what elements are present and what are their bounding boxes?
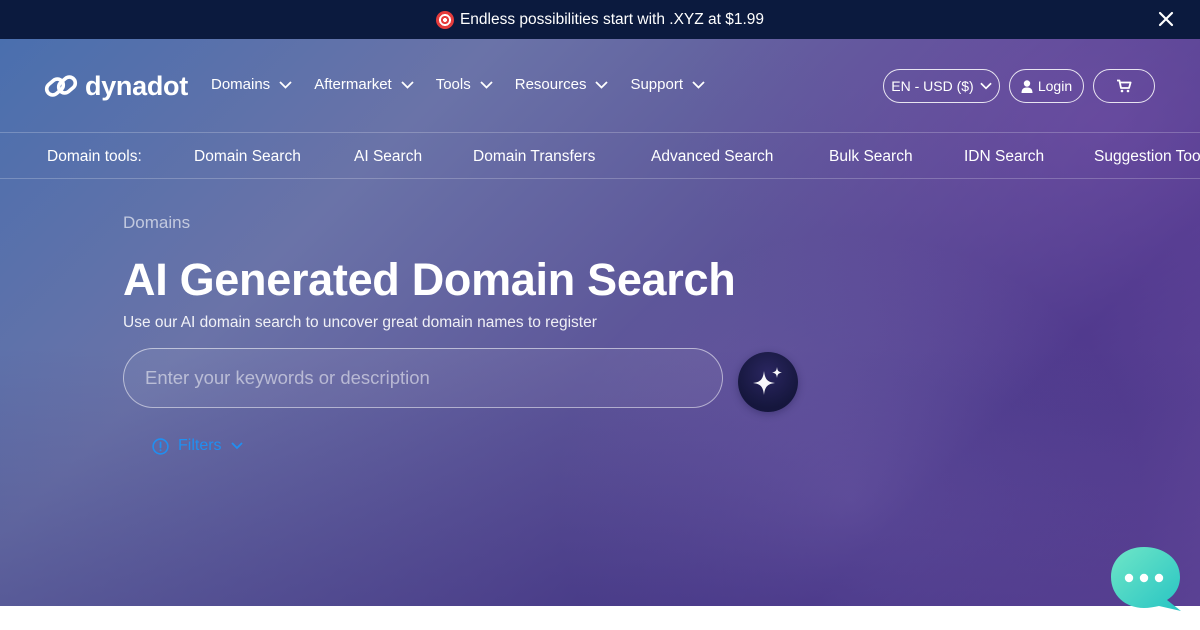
promo-bar: Endless possibilities start with .XYZ at… <box>0 0 1200 39</box>
nav-item-support[interactable]: Support <box>630 76 705 93</box>
nav-item-label: Aftermarket <box>314 76 392 93</box>
language-currency-button[interactable]: EN - USD ($) <box>883 69 1000 103</box>
target-icon <box>435 10 454 29</box>
domain-tools-bar: Domain tools: Domain Search AI Search Do… <box>0 134 1200 179</box>
chevron-down-icon <box>595 80 609 89</box>
nav-actions: EN - USD ($) Login <box>874 69 1155 103</box>
search-input[interactable] <box>123 348 723 408</box>
nav-item-label: Resources <box>514 76 587 93</box>
cart-icon <box>1117 79 1132 93</box>
ai-search-button[interactable] <box>738 352 798 412</box>
tool-domain-search[interactable]: Domain Search <box>194 148 301 166</box>
logo[interactable]: dynadot <box>44 69 188 103</box>
filters-label: Filters <box>178 437 222 454</box>
tool-domain-transfers[interactable]: Domain Transfers <box>473 148 595 166</box>
tool-idn-search[interactable]: IDN Search <box>964 148 1044 166</box>
nav-menu: Domains Aftermarket Tools Resources Supp… <box>211 76 727 93</box>
nav-item-label: Domains <box>211 76 271 93</box>
nav-item-domains[interactable]: Domains <box>211 76 292 93</box>
user-icon <box>1021 79 1033 93</box>
login-button[interactable]: Login <box>1009 69 1084 103</box>
chevron-down-icon <box>980 82 992 90</box>
chevron-down-icon <box>480 80 493 89</box>
hero-section: dynadot Domains Aftermarket Tools Resour… <box>0 39 1200 606</box>
page-title: AI Generated Domain Search <box>123 254 736 305</box>
info-icon <box>152 437 169 455</box>
chevron-down-icon <box>401 80 414 89</box>
tool-bulk-search[interactable]: Bulk Search <box>829 148 913 166</box>
filters-toggle[interactable]: Filters <box>152 437 243 455</box>
nav-item-label: Support <box>630 76 683 93</box>
nav-item-label: Tools <box>435 76 471 93</box>
sparkle-icon <box>753 367 782 395</box>
nav-item-aftermarket[interactable]: Aftermarket <box>314 76 414 93</box>
chat-icon[interactable] <box>1110 546 1182 612</box>
main-nav: dynadot Domains Aftermarket Tools Resour… <box>0 39 1200 133</box>
domain-tools-label: Domain tools: <box>47 148 142 165</box>
chevron-down-icon <box>692 80 705 89</box>
breadcrumb[interactable]: Domains <box>123 213 190 233</box>
tool-advanced-search[interactable]: Advanced Search <box>651 148 773 166</box>
logo-link-icon <box>44 75 78 97</box>
login-label: Login <box>1037 78 1073 94</box>
nav-item-resources[interactable]: Resources <box>515 76 609 93</box>
page-subtitle: Use our AI domain search to uncover grea… <box>123 314 597 331</box>
language-currency-label: EN - USD ($) <box>891 78 974 94</box>
nav-item-tools[interactable]: Tools <box>436 76 493 93</box>
close-icon[interactable] <box>1158 11 1174 27</box>
chevron-down-icon <box>279 80 292 89</box>
promo-text[interactable]: Endless possibilities start with .XYZ at… <box>460 11 764 29</box>
chevron-down-icon <box>230 442 243 450</box>
tool-ai-search[interactable]: AI Search <box>354 148 422 166</box>
tool-suggestion-tool[interactable]: Suggestion Tool <box>1094 148 1200 166</box>
cart-button[interactable] <box>1093 69 1155 103</box>
logo-text: dynadot <box>85 70 188 101</box>
